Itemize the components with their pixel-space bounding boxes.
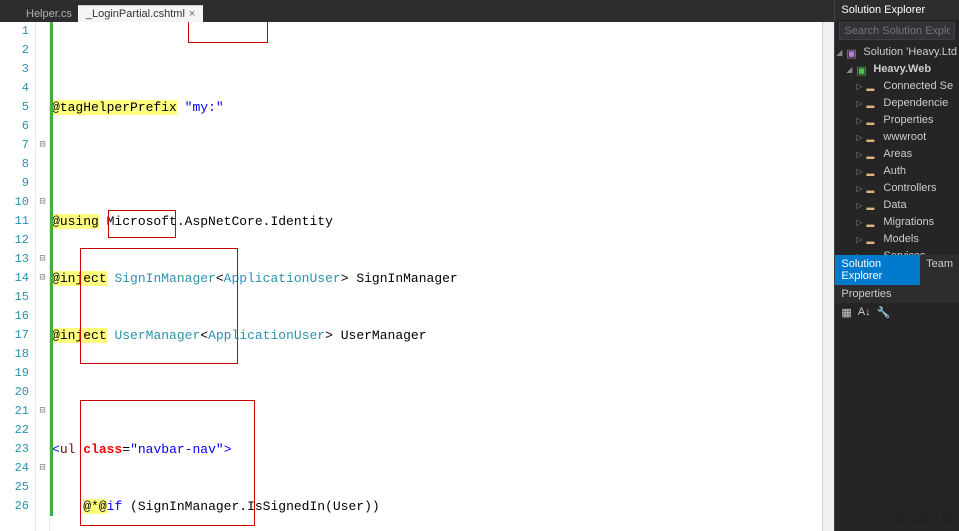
code-editor[interactable]: 1234567891011121314151617181920212223242… [0, 22, 834, 531]
fold-toggle[interactable]: ⊟ [36, 250, 49, 269]
tree-item[interactable]: ▷▬Dependencie [835, 95, 959, 112]
tree-item[interactable]: ▷▬Connected Se [835, 78, 959, 95]
fold-toggle[interactable]: ⊟ [36, 269, 49, 288]
properties-toolbar: ▦ A↓ 🔧 [835, 303, 959, 322]
annotation-box [80, 248, 238, 364]
tab-solution-explorer[interactable]: Solution Explorer [835, 255, 920, 285]
tree-item[interactable]: ▷▬Migrations [835, 214, 959, 231]
fold-gutter: ⊟⊟⊟⊟⊟⊟ [36, 22, 50, 531]
project-node[interactable]: ◢▣Heavy.Web [835, 61, 959, 78]
tree-item[interactable]: ▷▬Auth [835, 163, 959, 180]
fold-toggle[interactable]: ⊟ [36, 193, 49, 212]
change-indicator [50, 22, 53, 516]
tab-background-label[interactable]: Helper.cs [20, 6, 78, 22]
properties-panel-title: Properties [835, 285, 959, 303]
annotation-box [188, 22, 268, 43]
solution-explorer-panel: Solution Explorer ◢▣Solution 'Heavy.Ltd … [834, 0, 959, 531]
file-tab-active[interactable]: _LoginPartial.cshtml × [78, 5, 204, 22]
tab-label: _LoginPartial.cshtml [86, 8, 185, 20]
solution-search [835, 20, 959, 42]
tree-item[interactable]: ▷▬Controllers [835, 180, 959, 197]
code-body[interactable]: @tagHelperPrefix "my:" @using Microsoft.… [50, 22, 822, 531]
tree-item[interactable]: ▷▬Models [835, 231, 959, 248]
close-icon[interactable]: × [189, 8, 195, 20]
tab-team[interactable]: Team [920, 255, 959, 285]
solution-tree[interactable]: ◢▣Solution 'Heavy.Ltd ◢▣Heavy.Web ▷▬Conn… [835, 42, 959, 255]
tree-item[interactable]: ▷▬Services [835, 248, 959, 255]
tree-item[interactable]: ▷▬Properties [835, 112, 959, 129]
tree-item[interactable]: ▷▬wwwroot [835, 129, 959, 146]
vertical-scrollbar[interactable] [822, 22, 834, 531]
editor-pane: Helper.cs _LoginPartial.cshtml × 1234567… [0, 0, 834, 531]
wrench-icon[interactable]: 🔧 [877, 306, 891, 319]
panel-bottom-tabs: Solution Explorer Team [835, 255, 959, 285]
tab-bar: Helper.cs _LoginPartial.cshtml × [0, 0, 834, 22]
search-input[interactable] [839, 22, 955, 40]
line-number-gutter: 1234567891011121314151617181920212223242… [0, 22, 36, 531]
tree-item[interactable]: ▷▬Areas [835, 146, 959, 163]
tree-item[interactable]: ▷▬Data [835, 197, 959, 214]
categorized-icon[interactable]: ▦ [841, 306, 851, 319]
fold-toggle[interactable]: ⊟ [36, 459, 49, 478]
fold-toggle[interactable]: ⊟ [36, 402, 49, 421]
alphabetical-icon[interactable]: A↓ [858, 306, 871, 319]
fold-toggle[interactable]: ⊟ [36, 136, 49, 155]
panel-title: Solution Explorer [835, 0, 959, 20]
solution-node[interactable]: ◢▣Solution 'Heavy.Ltd [835, 44, 959, 61]
